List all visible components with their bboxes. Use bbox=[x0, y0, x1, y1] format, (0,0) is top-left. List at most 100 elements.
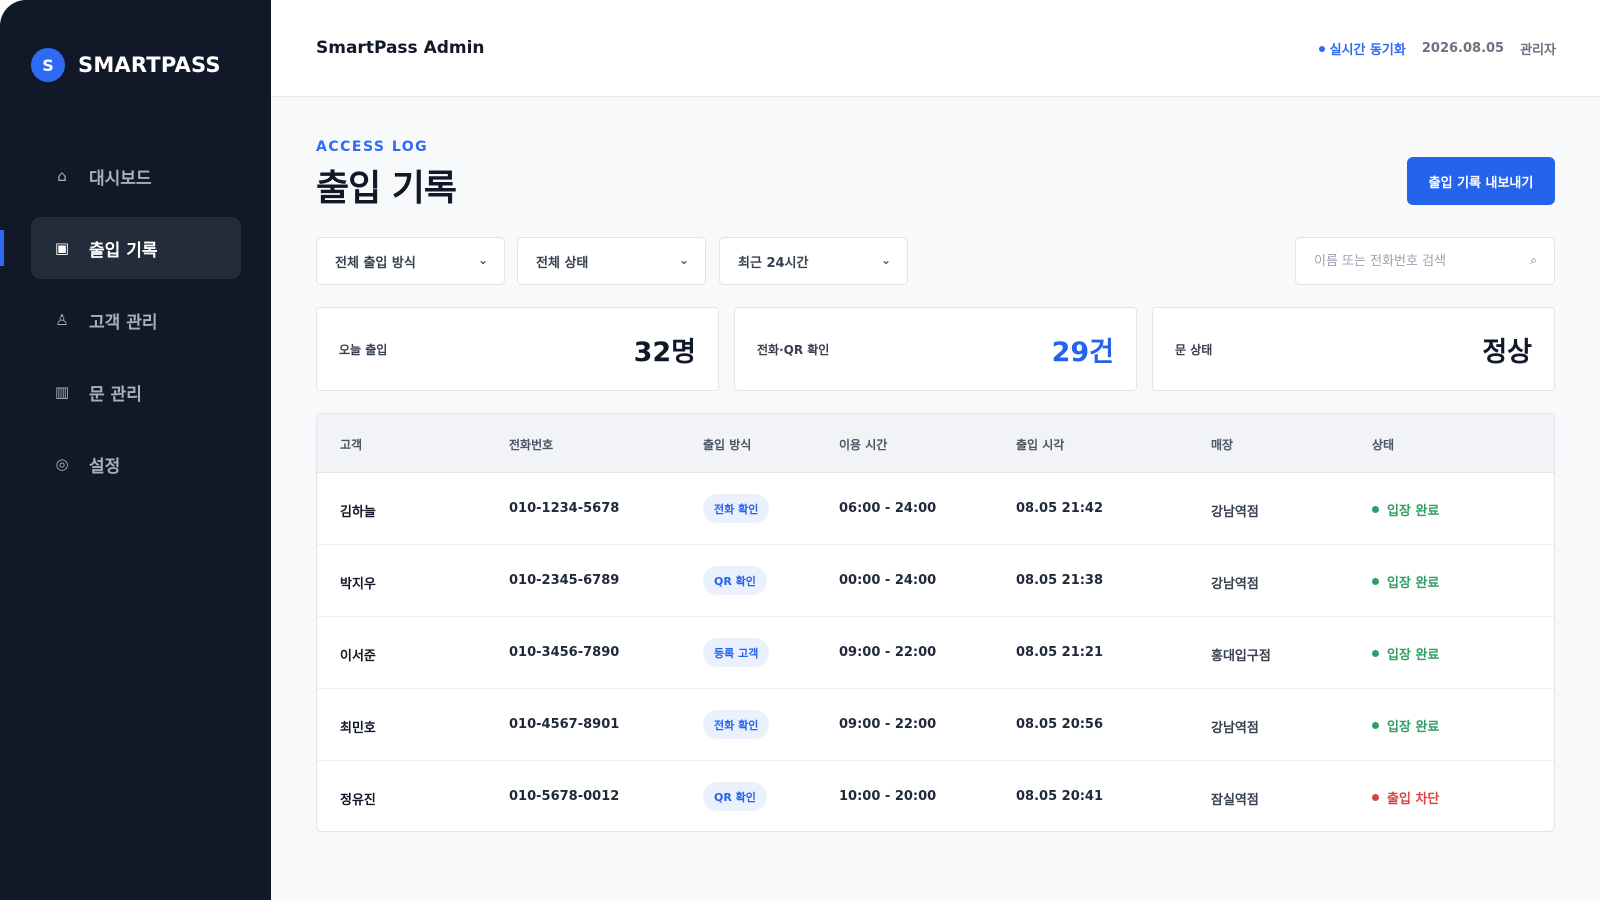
sync-indicator: 실시간 동기화 bbox=[1318, 39, 1406, 58]
status-badge: 입장 완료 bbox=[1372, 716, 1439, 735]
stat-label: 오늘 출입 bbox=[339, 343, 388, 357]
method-badge: 전화 확인 bbox=[703, 710, 770, 739]
home-icon: ⌂ bbox=[57, 167, 67, 185]
sync-dot-icon bbox=[1318, 45, 1325, 52]
table-row[interactable]: 박지우 010-2345-6789 QR 확인 00:00 - 24:00 08… bbox=[317, 545, 1554, 617]
door-icon: ▥ bbox=[54, 383, 70, 401]
access-log-table: 고객 전화번호 출입 방식 이용 시간 출입 시각 매장 상태 김하늘 010-… bbox=[316, 413, 1555, 832]
status-badge: 입장 완료 bbox=[1372, 572, 1439, 591]
brand-logo: S bbox=[31, 48, 65, 82]
status-label: 입장 완료 bbox=[1387, 576, 1440, 591]
sidebar-item-label: 대시보드 bbox=[89, 168, 152, 189]
brand[interactable]: S SMARTPASS bbox=[31, 48, 221, 82]
cell-phone: 010-2345-6789 bbox=[509, 573, 620, 588]
sync-label: 실시간 동기화 bbox=[1329, 43, 1406, 58]
column-header-hours[interactable]: 이용 시간 bbox=[839, 436, 887, 453]
table-row[interactable]: 이서준 010-3456-7890 등록 고객 09:00 - 22:00 08… bbox=[317, 617, 1554, 689]
cell-store: 강남역점 bbox=[1211, 721, 1259, 736]
search-icon[interactable]: ⌕ bbox=[1530, 253, 1537, 268]
sidebar-item-dashboard[interactable]: ⌂ 대시보드 bbox=[31, 145, 241, 207]
sidebar-nav: ⌂ 대시보드 ▣ 출입 기록 ♙ 고객 관리 ▥ 문 관리 ◎ 설정 bbox=[0, 145, 241, 505]
current-date: 2026.08.05 bbox=[1421, 41, 1505, 56]
stat-card-verifications: 전화·QR 확인 29건 bbox=[734, 307, 1137, 391]
person-icon: ♙ bbox=[55, 311, 69, 329]
status-dot-icon bbox=[1372, 722, 1379, 729]
cell-store: 잠실역점 bbox=[1211, 793, 1259, 808]
sidebar-item-customers[interactable]: ♙ 고객 관리 bbox=[31, 289, 241, 351]
export-button[interactable]: 출입 기록 내보내기 bbox=[1407, 157, 1555, 205]
cell-time: 08.05 21:38 bbox=[1016, 573, 1104, 588]
cell-store: 홍대입구점 bbox=[1211, 649, 1271, 664]
main-content: ACCESS LOG 출입 기록 출입 기록 내보내기 전체 출입 방식 ⌄ 전… bbox=[271, 97, 1600, 900]
status-label: 입장 완료 bbox=[1387, 720, 1440, 735]
stat-value: 29건 bbox=[1051, 337, 1114, 368]
status-label: 출입 차단 bbox=[1387, 792, 1440, 807]
status-label: 입장 완료 bbox=[1387, 648, 1440, 663]
cell-customer: 박지우 bbox=[340, 577, 376, 592]
cell-phone: 010-4567-8901 bbox=[509, 717, 620, 732]
chevron-down-icon: ⌄ bbox=[477, 253, 488, 267]
stat-label: 문 상태 bbox=[1175, 343, 1213, 357]
page-title: 출입 기록 bbox=[316, 168, 457, 209]
sidebar-item-label: 설정 bbox=[89, 456, 121, 477]
stat-card-door-status: 문 상태 정상 bbox=[1152, 307, 1555, 391]
status-badge: 입장 완료 bbox=[1372, 644, 1439, 663]
column-header-status[interactable]: 상태 bbox=[1372, 436, 1394, 453]
cell-customer: 정유진 bbox=[340, 793, 376, 808]
settings-icon: ◎ bbox=[55, 455, 69, 473]
table-row[interactable]: 김하늘 010-1234-5678 전화 확인 06:00 - 24:00 08… bbox=[317, 473, 1554, 545]
search-box: ⌕ bbox=[1295, 237, 1555, 285]
search-input[interactable] bbox=[1314, 253, 1514, 269]
cell-hours: 10:00 - 20:00 bbox=[839, 789, 937, 804]
column-header-time[interactable]: 출입 시각 bbox=[1016, 436, 1064, 453]
sidebar-item-label: 출입 기록 bbox=[89, 240, 158, 261]
chevron-down-icon: ⌄ bbox=[678, 253, 689, 267]
method-badge: 등록 고객 bbox=[703, 638, 770, 667]
cell-hours: 09:00 - 22:00 bbox=[839, 717, 937, 732]
table-row[interactable]: 최민호 010-4567-8901 전화 확인 09:00 - 22:00 08… bbox=[317, 689, 1554, 761]
table-header: 고객 전화번호 출입 방식 이용 시간 출입 시각 매장 상태 bbox=[317, 414, 1554, 473]
cell-hours: 06:00 - 24:00 bbox=[839, 501, 937, 516]
sidebar-item-label: 고객 관리 bbox=[89, 312, 158, 333]
sidebar-item-doors[interactable]: ▥ 문 관리 bbox=[31, 361, 241, 423]
cell-time: 08.05 20:41 bbox=[1016, 789, 1104, 804]
filter-bar: 전체 출입 방식 ⌄ 전체 상태 ⌄ 최근 24시간 ⌄ ⌕ bbox=[316, 237, 1555, 285]
period-filter-value: 최근 24시간 bbox=[738, 255, 809, 271]
column-header-store[interactable]: 매장 bbox=[1211, 436, 1233, 453]
log-icon: ▣ bbox=[54, 239, 70, 257]
stat-value: 정상 bbox=[1482, 337, 1532, 368]
header-status-area: 실시간 동기화 2026.08.05 관리자 bbox=[1318, 39, 1556, 58]
status-dot-icon bbox=[1372, 578, 1379, 585]
cell-time: 08.05 21:21 bbox=[1016, 645, 1104, 660]
cell-phone: 010-5678-0012 bbox=[509, 789, 620, 804]
cell-time: 08.05 20:56 bbox=[1016, 717, 1104, 732]
status-dot-icon bbox=[1372, 650, 1379, 657]
status-dot-icon bbox=[1372, 794, 1379, 801]
status-label: 입장 완료 bbox=[1387, 504, 1440, 519]
cell-phone: 010-1234-5678 bbox=[509, 501, 620, 516]
sidebar: S SMARTPASS ⌂ 대시보드 ▣ 출입 기록 ♙ 고객 관리 ▥ 문 관… bbox=[0, 0, 271, 900]
stat-label: 전화·QR 확인 bbox=[757, 343, 830, 357]
method-filter-value: 전체 출입 방식 bbox=[335, 255, 416, 271]
cell-store: 강남역점 bbox=[1211, 505, 1259, 520]
sidebar-item-access-log[interactable]: ▣ 출입 기록 bbox=[0, 217, 241, 279]
method-filter-select[interactable]: 전체 출입 방식 ⌄ bbox=[316, 237, 505, 285]
stats-row: 오늘 출입 32명 전화·QR 확인 29건 문 상태 정상 bbox=[316, 307, 1555, 391]
app-title: SmartPass Admin bbox=[316, 38, 485, 58]
cell-customer: 김하늘 bbox=[340, 505, 376, 520]
sidebar-item-settings[interactable]: ◎ 설정 bbox=[31, 433, 241, 495]
cell-time: 08.05 21:42 bbox=[1016, 501, 1104, 516]
stat-value: 32명 bbox=[633, 337, 696, 368]
status-filter-select[interactable]: 전체 상태 ⌄ bbox=[517, 237, 706, 285]
page-eyebrow: ACCESS LOG bbox=[316, 139, 429, 155]
method-badge: QR 확인 bbox=[703, 566, 767, 595]
period-filter-select[interactable]: 최근 24시간 ⌄ bbox=[719, 237, 908, 285]
chevron-down-icon: ⌄ bbox=[880, 253, 891, 267]
user-menu[interactable]: 관리자 bbox=[1520, 39, 1556, 58]
stat-card-today-entries: 오늘 출입 32명 bbox=[316, 307, 719, 391]
cell-customer: 최민호 bbox=[340, 721, 376, 736]
table-row[interactable]: 정유진 010-5678-0012 QR 확인 10:00 - 20:00 08… bbox=[317, 761, 1554, 831]
column-header-method[interactable]: 출입 방식 bbox=[703, 436, 751, 453]
column-header-phone[interactable]: 전화번호 bbox=[509, 436, 553, 453]
column-header-customer[interactable]: 고객 bbox=[340, 436, 362, 453]
